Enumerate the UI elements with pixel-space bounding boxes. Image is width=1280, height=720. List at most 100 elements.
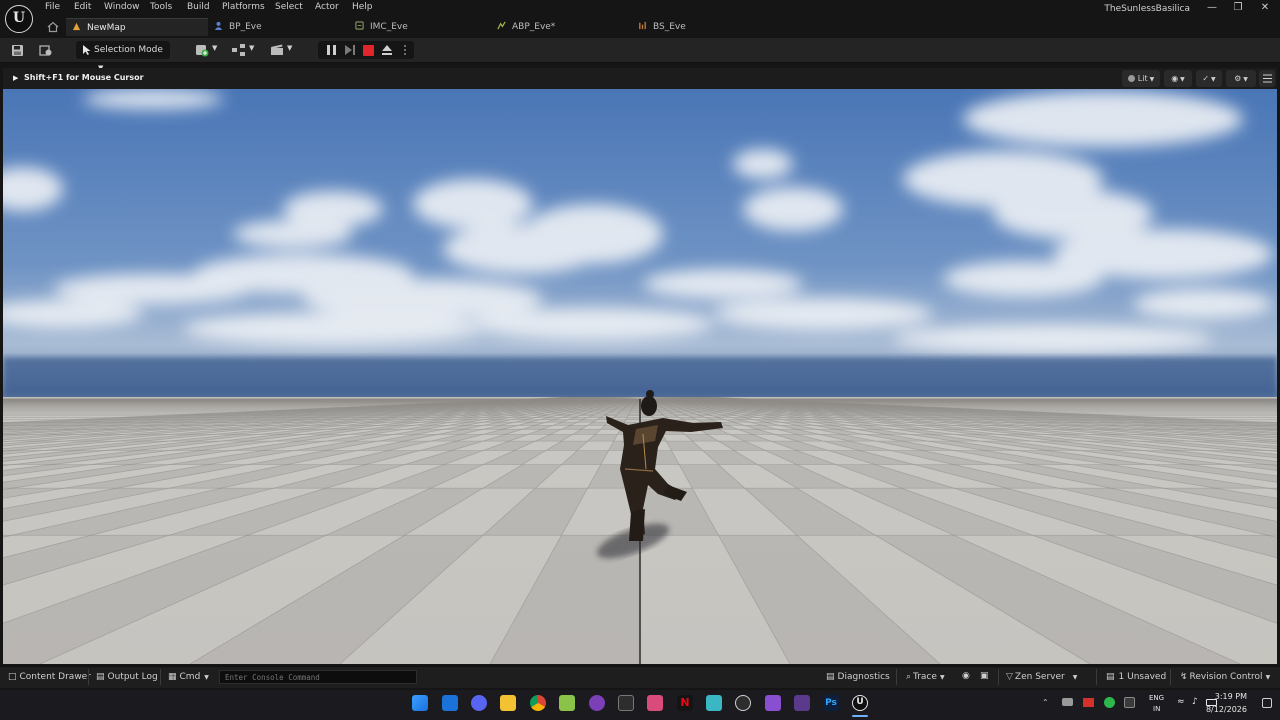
menu-file[interactable]: File [45, 2, 60, 12]
realtime-icon: ✓ [1202, 74, 1210, 83]
zen-server-dropdown[interactable]: ▽ Zen Server ▼ [1006, 672, 1077, 682]
game-scene[interactable] [3, 89, 1277, 664]
notification-icon[interactable] [1262, 698, 1272, 708]
tray-shield-icon[interactable] [1104, 697, 1115, 708]
console-command-input[interactable] [219, 670, 417, 684]
diagnostics-button[interactable]: ▤ Diagnostics [826, 672, 890, 682]
menu-platforms[interactable]: Platforms [222, 2, 265, 12]
outlook-icon[interactable] [442, 695, 458, 711]
tab-newmap[interactable]: NewMap [66, 18, 208, 36]
chrome-icon[interactable] [530, 695, 546, 711]
view-mode-dropdown[interactable]: Lit ▼ [1122, 70, 1160, 87]
revision-control-icon: ↯ [1180, 672, 1188, 682]
tray-app-icon[interactable] [1083, 698, 1094, 707]
close-icon[interactable]: ✕ [1251, 1, 1279, 15]
output-log-button[interactable]: ▤ Output Log [96, 672, 158, 682]
tab-label: BS_Eve [653, 22, 686, 32]
volume-icon[interactable]: ♪ [1192, 697, 1198, 707]
menu-build[interactable]: Build [187, 2, 210, 12]
eject-icon[interactable] [381, 44, 393, 56]
language-indicator[interactable]: ENG [1149, 694, 1164, 702]
chevron-up-icon[interactable]: ⌃ [1042, 698, 1049, 707]
input-mapping-icon [355, 21, 364, 30]
chevron-down-icon: ▼ [287, 44, 293, 52]
tab-label: ABP_Eve* [512, 22, 556, 32]
viewport-layout-button[interactable] [1259, 70, 1275, 87]
selection-mode-label: Selection Mode [94, 45, 163, 55]
add-actor-button[interactable]: ▼ [195, 43, 219, 57]
tray-gamepad-icon[interactable] [1062, 698, 1073, 706]
notepadpp-icon[interactable] [559, 695, 575, 711]
photoshop-icon[interactable]: Ps [823, 695, 839, 711]
diagnostics-label: Diagnostics [837, 672, 890, 682]
menu-actor[interactable]: Actor [315, 2, 339, 12]
viewport-header [3, 68, 1277, 89]
more-icon[interactable] [403, 44, 407, 56]
status-divider [88, 669, 89, 685]
trace-dropdown[interactable]: ⌕ Trace ▼ [906, 672, 945, 682]
settings-icon: ⚙ [1234, 74, 1242, 83]
step-icon[interactable] [344, 44, 356, 56]
blueprint-menu-button[interactable]: ▼ [232, 43, 256, 57]
blendspace-icon [639, 21, 646, 30]
wifi-icon[interactable]: ≈ [1177, 697, 1185, 707]
clock-date[interactable]: 8/12/2026 [1206, 705, 1247, 714]
tray-display-icon[interactable] [1124, 697, 1135, 708]
output-log-icon: ▤ [96, 672, 105, 682]
snipping-tool-icon[interactable] [647, 695, 663, 711]
viewport-settings-dropdown[interactable]: ⚙ ▼ [1226, 70, 1256, 87]
record-icon[interactable]: ◉ [962, 671, 970, 681]
content-browser-icon[interactable] [39, 44, 53, 57]
discord-icon[interactable] [471, 695, 487, 711]
status-divider [160, 669, 161, 685]
selection-mode-dropdown[interactable]: Selection Mode ▼ [76, 41, 170, 72]
menu-window[interactable]: Window [104, 2, 140, 12]
file-explorer-icon[interactable] [500, 695, 516, 711]
copilot-icon[interactable] [735, 695, 751, 711]
menu-edit[interactable]: Edit [74, 2, 91, 12]
realtime-dropdown[interactable]: ✓ ▼ [1196, 70, 1222, 87]
tab-bs-eve[interactable]: BS_Eve [638, 18, 686, 36]
revision-control-dropdown[interactable]: ↯ Revision Control ▼ [1180, 672, 1270, 682]
app-3-icon[interactable] [706, 695, 722, 711]
menu-select[interactable]: Select [275, 2, 303, 12]
save-icon[interactable] [11, 44, 24, 57]
tab-abp-eve[interactable]: ABP_Eve* [497, 18, 555, 36]
minimize-icon[interactable]: — [1198, 1, 1226, 15]
horizon-haze [3, 357, 1277, 397]
screenshot-icon[interactable]: ▣ [980, 671, 989, 681]
project-title: TheSunlessBasilica [1104, 4, 1190, 14]
menu-tools[interactable]: Tools [150, 2, 172, 12]
unsaved-button[interactable]: ▤ 1 Unsaved [1106, 672, 1166, 682]
pause-icon[interactable] [326, 44, 337, 56]
terminal-icon[interactable] [618, 695, 634, 711]
tab-imc-eve[interactable]: IMC_Eve [355, 18, 408, 36]
view-mode-label: Lit [1137, 74, 1148, 83]
unreal-logo-icon[interactable]: U [5, 5, 33, 33]
netflix-icon[interactable]: N [677, 695, 693, 711]
menu-help[interactable]: Help [352, 2, 373, 12]
show-flags-dropdown[interactable]: ◉ ▼ [1164, 70, 1192, 87]
home-icon[interactable] [46, 20, 60, 34]
unsaved-label: 1 Unsaved [1118, 672, 1167, 682]
davinci-icon[interactable] [794, 695, 810, 711]
restore-icon[interactable]: ❐ [1224, 1, 1252, 15]
github-desktop-icon[interactable] [589, 695, 605, 711]
grid-layout-icon [1262, 74, 1272, 83]
unsaved-icon: ▤ [1106, 672, 1115, 682]
unreal-engine-icon[interactable]: U [852, 695, 868, 711]
windows-start-icon[interactable] [412, 695, 428, 711]
cmd-dropdown[interactable]: ▦ Cmd ▼ [168, 672, 209, 682]
content-drawer-button[interactable]: □ Content Drawer [8, 672, 91, 682]
stop-icon[interactable] [363, 45, 374, 56]
content-drawer-label: Content Drawer [19, 672, 91, 682]
cinematics-button[interactable]: ▼ [270, 43, 294, 57]
show-icon: ◉ [1171, 74, 1179, 83]
visual-studio-icon[interactable] [765, 695, 781, 711]
chevron-down-icon: ▼ [1180, 76, 1185, 83]
level-viewport[interactable]: ▶ Shift+F1 for Mouse Cursor Lit ▼ ◉ ▼ ✓ ▼ ⚙… [3, 68, 1277, 664]
clock-time[interactable]: 3:19 PM [1215, 692, 1247, 701]
output-log-label: Output Log [107, 672, 158, 682]
anim-blueprint-icon [497, 21, 506, 30]
tab-bp-eve[interactable]: BP_Eve [214, 18, 262, 36]
